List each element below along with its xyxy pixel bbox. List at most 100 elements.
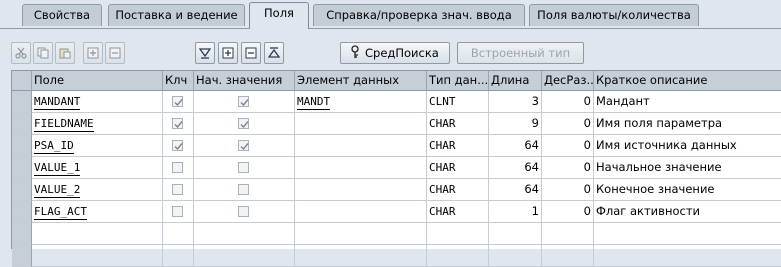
field-name-cell[interactable]: PSA_ID bbox=[32, 135, 163, 157]
key-checkbox[interactable] bbox=[172, 184, 183, 195]
paste-icon[interactable] bbox=[55, 42, 75, 64]
move-up-icon[interactable] bbox=[264, 42, 284, 64]
field-name-cell[interactable]: FLAG_ACT bbox=[32, 201, 163, 223]
table-row[interactable]: VALUE_1 CHAR 64 0 Начальное значение bbox=[12, 157, 781, 179]
length-cell[interactable]: 3 bbox=[489, 91, 542, 113]
length-cell[interactable]: 64 bbox=[489, 179, 542, 201]
description-cell[interactable] bbox=[594, 245, 781, 267]
row-selector[interactable] bbox=[12, 179, 32, 201]
col-data-type[interactable]: Тип дан... bbox=[427, 71, 489, 91]
description-cell[interactable]: Начальное значение bbox=[594, 157, 781, 179]
decimals-cell[interactable]: 0 bbox=[542, 179, 594, 201]
data-element-cell[interactable]: MANDT bbox=[295, 91, 427, 113]
data-type-cell[interactable]: CHAR bbox=[427, 179, 489, 201]
decimals-cell[interactable]: 0 bbox=[542, 157, 594, 179]
data-element-cell[interactable] bbox=[295, 223, 427, 245]
field-name-cell[interactable]: VALUE_2 bbox=[32, 179, 163, 201]
field-name-cell[interactable]: MANDANT bbox=[32, 91, 163, 113]
data-type-cell[interactable] bbox=[427, 245, 489, 267]
field-name-cell[interactable]: VALUE_1 bbox=[32, 157, 163, 179]
row-selector[interactable] bbox=[12, 91, 32, 113]
data-element-cell[interactable] bbox=[295, 157, 427, 179]
delete-row-icon[interactable] bbox=[105, 42, 125, 64]
key-checkbox[interactable] bbox=[172, 118, 183, 129]
table-row[interactable] bbox=[12, 223, 781, 245]
col-decimals[interactable]: ДесРаз... bbox=[542, 71, 594, 91]
col-short-description[interactable]: Краткое описание bbox=[594, 71, 781, 91]
length-cell[interactable]: 64 bbox=[489, 135, 542, 157]
table-row[interactable]: VALUE_2 CHAR 64 0 Конечное значение bbox=[12, 179, 781, 201]
data-type-cell[interactable]: CHAR bbox=[427, 201, 489, 223]
search-help-button[interactable]: СредПоиска bbox=[340, 42, 450, 64]
insert-row-icon[interactable] bbox=[83, 42, 103, 64]
decimals-cell[interactable]: 0 bbox=[542, 91, 594, 113]
initial-value-checkbox[interactable] bbox=[238, 184, 249, 195]
decimals-cell[interactable] bbox=[542, 223, 594, 245]
row-selector[interactable] bbox=[12, 201, 32, 223]
data-type-cell[interactable] bbox=[427, 223, 489, 245]
data-type-cell[interactable]: CHAR bbox=[427, 157, 489, 179]
description-cell[interactable]: Флаг активности bbox=[594, 201, 781, 223]
field-name-cell[interactable] bbox=[32, 245, 163, 267]
initial-value-checkbox[interactable] bbox=[238, 206, 249, 217]
data-type-cell[interactable]: CHAR bbox=[427, 113, 489, 135]
row-selector[interactable] bbox=[12, 245, 32, 267]
tab-input-help-check[interactable]: Справка/проверка знач. ввода bbox=[313, 4, 525, 26]
col-data-element[interactable]: Элемент данных bbox=[295, 71, 427, 91]
decimals-cell[interactable]: 0 bbox=[542, 135, 594, 157]
decimals-cell[interactable]: 0 bbox=[542, 201, 594, 223]
col-initial-values[interactable]: Нач. значения bbox=[194, 71, 295, 91]
table-row[interactable]: MANDANT MANDT CLNT 3 0 Мандант bbox=[12, 91, 781, 113]
key-checkbox[interactable] bbox=[172, 96, 183, 107]
data-element-cell[interactable] bbox=[295, 245, 427, 267]
expand-icon[interactable] bbox=[218, 42, 238, 64]
move-down-icon[interactable] bbox=[195, 42, 215, 64]
decimals-cell[interactable]: 0 bbox=[542, 113, 594, 135]
copy-icon[interactable] bbox=[33, 42, 53, 64]
table-row[interactable]: FIELDNAME CHAR 9 0 Имя поля параметра bbox=[12, 113, 781, 135]
length-cell[interactable]: 1 bbox=[489, 201, 542, 223]
key-checkbox[interactable] bbox=[172, 206, 183, 217]
field-name-cell[interactable] bbox=[32, 223, 163, 245]
cut-icon[interactable] bbox=[11, 42, 31, 64]
initial-value-checkbox[interactable] bbox=[238, 118, 249, 129]
description-cell[interactable]: Имя поля параметра bbox=[594, 113, 781, 135]
builtin-type-button[interactable]: Встроенный тип bbox=[457, 42, 584, 64]
length-cell[interactable] bbox=[489, 223, 542, 245]
description-cell[interactable] bbox=[594, 223, 781, 245]
col-key[interactable]: Клч bbox=[163, 71, 194, 91]
table-row[interactable]: FLAG_ACT CHAR 1 0 Флаг активности bbox=[12, 201, 781, 223]
row-selector[interactable] bbox=[12, 157, 32, 179]
data-element-cell[interactable] bbox=[295, 113, 427, 135]
row-selector[interactable] bbox=[12, 113, 32, 135]
length-cell[interactable]: 64 bbox=[489, 157, 542, 179]
table-row[interactable]: PSA_ID CHAR 64 0 Имя источника данных bbox=[12, 135, 781, 157]
tab-currency-quantity-fields[interactable]: Поля валюты/количества bbox=[529, 4, 699, 26]
initial-value-checkbox[interactable] bbox=[238, 140, 249, 151]
data-element-cell[interactable] bbox=[295, 201, 427, 223]
key-checkbox[interactable] bbox=[172, 162, 183, 173]
length-cell[interactable] bbox=[489, 245, 542, 267]
initial-value-checkbox[interactable] bbox=[238, 96, 249, 107]
initial-value-checkbox[interactable] bbox=[238, 162, 249, 173]
collapse-icon[interactable] bbox=[241, 42, 261, 64]
description-cell[interactable]: Имя источника данных bbox=[594, 135, 781, 157]
row-selector[interactable] bbox=[12, 135, 32, 157]
description-cell[interactable]: Мандант bbox=[594, 91, 781, 113]
col-field[interactable]: Поле bbox=[32, 71, 163, 91]
data-element-cell[interactable] bbox=[295, 179, 427, 201]
tab-properties[interactable]: Свойства bbox=[22, 4, 102, 26]
select-all-cell[interactable] bbox=[12, 71, 32, 91]
tab-delivery-maintenance[interactable]: Поставка и ведение bbox=[108, 4, 245, 26]
data-type-cell[interactable]: CLNT bbox=[427, 91, 489, 113]
decimals-cell[interactable] bbox=[542, 245, 594, 267]
row-selector[interactable] bbox=[12, 223, 32, 245]
table-row[interactable] bbox=[12, 245, 781, 267]
length-cell[interactable]: 9 bbox=[489, 113, 542, 135]
col-length[interactable]: Длина bbox=[489, 71, 542, 91]
data-element-cell[interactable] bbox=[295, 135, 427, 157]
description-cell[interactable]: Конечное значение bbox=[594, 179, 781, 201]
field-name-cell[interactable]: FIELDNAME bbox=[32, 113, 163, 135]
data-type-cell[interactable]: CHAR bbox=[427, 135, 489, 157]
key-checkbox[interactable] bbox=[172, 140, 183, 151]
